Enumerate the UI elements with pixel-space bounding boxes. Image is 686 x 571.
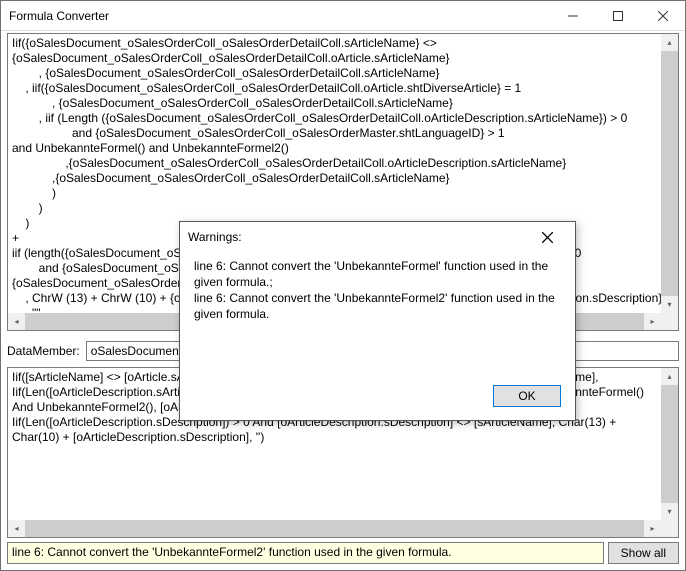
scroll-right-icon[interactable]: ▸ <box>644 313 661 330</box>
dialog-close-button[interactable] <box>527 223 567 251</box>
maximize-button[interactable] <box>595 1 640 30</box>
scroll-corner <box>661 313 678 330</box>
scroll-left-icon[interactable]: ◂ <box>8 520 25 537</box>
window-title: Formula Converter <box>9 9 550 23</box>
show-all-button[interactable]: Show all <box>608 542 679 564</box>
scroll-corner <box>661 520 678 537</box>
scroll-down-icon[interactable]: ▾ <box>661 503 678 520</box>
dialog-title: Warnings: <box>188 230 527 244</box>
scroll-up-icon[interactable]: ▴ <box>661 34 678 51</box>
scroll-down-icon[interactable]: ▾ <box>661 296 678 313</box>
scroll-right-icon[interactable]: ▸ <box>644 520 661 537</box>
dialog-ok-button[interactable]: OK <box>493 385 561 407</box>
result-scrollbar-vertical[interactable]: ▴ ▾ <box>661 368 678 520</box>
scroll-up-icon[interactable]: ▴ <box>661 368 678 385</box>
status-row: line 6: Cannot convert the 'UnbekannteFo… <box>7 542 679 564</box>
dialog-titlebar: Warnings: <box>180 222 575 252</box>
dialog-footer: OK <box>180 376 575 420</box>
minimize-button[interactable] <box>550 1 595 30</box>
dialog-body: line 6: Cannot convert the 'UnbekannteFo… <box>180 252 575 376</box>
result-scrollbar-horizontal[interactable]: ◂ ▸ <box>8 520 661 537</box>
datamember-label: DataMember: <box>7 344 80 358</box>
titlebar: Formula Converter <box>1 1 685 31</box>
close-button[interactable] <box>640 1 685 30</box>
editor-scrollbar-vertical[interactable]: ▴ ▾ <box>661 34 678 313</box>
scroll-left-icon[interactable]: ◂ <box>8 313 25 330</box>
warnings-dialog: Warnings: line 6: Cannot convert the 'Un… <box>179 221 576 421</box>
status-message: line 6: Cannot convert the 'UnbekannteFo… <box>7 542 604 564</box>
